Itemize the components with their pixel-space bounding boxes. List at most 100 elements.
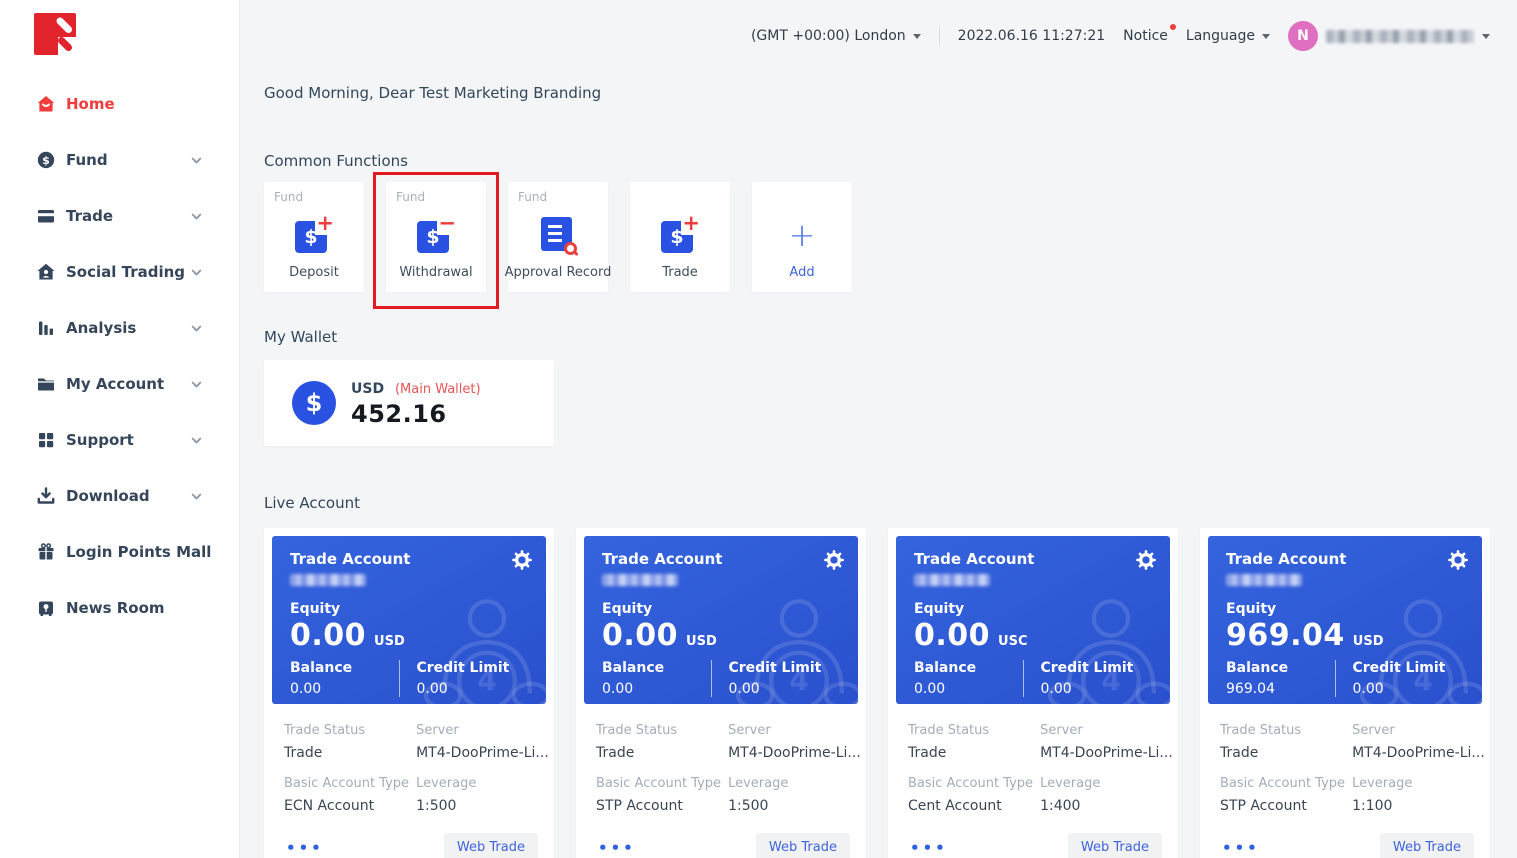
language-selector[interactable]: Language (1186, 28, 1270, 44)
sidebar-item-label: Home (66, 95, 115, 113)
balance-value: 0.00 (290, 681, 399, 697)
sidebar-item-label: Download (66, 487, 150, 505)
equity-currency: USD (686, 634, 717, 649)
greeting-text: Good Morning, Dear Test Marketing Brandi… (264, 84, 1490, 102)
credit-limit-label: Credit Limit (728, 660, 840, 676)
function-card-category: Fund (274, 190, 303, 205)
function-card-trade[interactable]: $+ Trade (630, 182, 730, 292)
live-account-row: 4 Trade Account (264, 528, 1490, 858)
server-value: MT4-DooPrime-Li... (416, 745, 538, 761)
sidebar-item-analysis[interactable]: Analysis (0, 300, 239, 356)
timezone-selector[interactable]: (GMT +00:00) London (751, 28, 921, 44)
more-actions-button[interactable]: ••• (910, 839, 948, 857)
account-number-redacted (914, 574, 990, 586)
trade-icon (36, 206, 56, 226)
sidebar-item-support[interactable]: Support (0, 412, 239, 468)
server-value: MT4-DooPrime-Li... (728, 745, 850, 761)
trade-status-label: Trade Status (284, 723, 416, 738)
topbar: (GMT +00:00) London 2022.06.16 11:27:21 … (264, 0, 1490, 72)
trade-status-value: Trade (1220, 745, 1352, 761)
equity-currency: USD (1353, 634, 1384, 649)
brand-logo[interactable] (33, 12, 239, 60)
web-trade-button[interactable]: Web Trade (1068, 833, 1162, 858)
server-label: Server (1040, 723, 1162, 738)
language-label: Language (1186, 28, 1255, 44)
sidebar-item-trade[interactable]: Trade (0, 188, 239, 244)
function-card-label: Trade (662, 265, 698, 280)
more-actions-button[interactable]: ••• (1222, 839, 1260, 857)
equity-label: Equity (1226, 601, 1464, 617)
function-card-add[interactable]: + Add (752, 182, 852, 292)
function-card-category: Fund (396, 190, 425, 205)
my-account-icon (36, 374, 56, 394)
function-card-deposit[interactable]: Fund $+ Deposit (264, 182, 364, 292)
function-card-category: Fund (518, 190, 547, 205)
live-account-card: 4 Trade Account (1200, 528, 1490, 858)
my-wallet-title: My Wallet (264, 328, 1490, 346)
leverage-value: 1:100 (1352, 798, 1474, 814)
function-card-approval-record[interactable]: Fund Approval Record (508, 182, 608, 292)
sidebar-item-fund[interactable]: $ Fund (0, 132, 239, 188)
user-menu[interactable]: N (1288, 21, 1490, 51)
account-summary-panel: 4 Trade Account (584, 536, 858, 704)
sidebar-item-my-account[interactable]: My Account (0, 356, 239, 412)
trade-status-value: Trade (908, 745, 1040, 761)
basic-account-type-label: Basic Account Type (596, 776, 728, 791)
notice-link[interactable]: Notice (1123, 28, 1168, 44)
notice-label: Notice (1123, 28, 1168, 44)
withdrawal-icon: $− (416, 214, 456, 256)
deposit-icon: $+ (294, 214, 334, 256)
common-functions-row: Fund $+ Deposit Fund $− Withdrawal Fund … (264, 182, 1490, 292)
function-card-withdrawal[interactable]: Fund $− Withdrawal (386, 182, 486, 292)
gear-icon[interactable] (1135, 549, 1157, 571)
chevron-down-icon (190, 322, 203, 335)
main-content: (GMT +00:00) London 2022.06.16 11:27:21 … (240, 0, 1517, 858)
trade-status-label: Trade Status (1220, 723, 1352, 738)
equity-label: Equity (914, 601, 1152, 617)
balance-value: 969.04 (1226, 681, 1335, 697)
equity-value: 969.04 (1226, 618, 1345, 653)
equity-currency: USC (998, 634, 1027, 649)
trade-status-label: Trade Status (908, 723, 1040, 738)
server-label: Server (728, 723, 850, 738)
sidebar-item-home[interactable]: Home (0, 76, 239, 132)
more-actions-button[interactable]: ••• (598, 839, 636, 857)
gear-icon[interactable] (823, 549, 845, 571)
sidebar-item-login-points-mall[interactable]: Login Points Mall (0, 524, 239, 580)
web-trade-button[interactable]: Web Trade (756, 833, 850, 858)
sidebar-item-label: News Room (66, 599, 165, 617)
live-account-card: 4 Trade Account (576, 528, 866, 858)
avatar: N (1288, 21, 1318, 51)
web-trade-button[interactable]: Web Trade (444, 833, 538, 858)
chevron-down-icon (190, 490, 203, 503)
credit-limit-value: 0.00 (1352, 681, 1464, 697)
gift-icon (36, 542, 56, 562)
chevron-down-icon (190, 210, 203, 223)
leverage-label: Leverage (1040, 776, 1162, 791)
basic-account-type-value: STP Account (1220, 798, 1352, 814)
sidebar-item-label: Social Trading (66, 263, 185, 281)
chevron-down-icon (190, 378, 203, 391)
gear-icon[interactable] (1447, 549, 1469, 571)
server-value: MT4-DooPrime-Li... (1352, 745, 1474, 761)
fund-icon: $ (36, 150, 56, 170)
wallet-tag: (Main Wallet) (395, 382, 481, 397)
gear-icon[interactable] (511, 549, 533, 571)
more-actions-button[interactable]: ••• (286, 839, 324, 857)
sidebar-item-news-room[interactable]: News Room (0, 580, 239, 636)
web-trade-button[interactable]: Web Trade (1380, 833, 1474, 858)
sidebar: Home $ Fund Trade Social Trading Analysi… (0, 0, 240, 858)
basic-account-type-value: ECN Account (284, 798, 416, 814)
function-card-label: Withdrawal (399, 265, 472, 280)
wallet-currency: USD (351, 381, 384, 397)
credit-limit-label: Credit Limit (1352, 660, 1464, 676)
wallet-card[interactable]: $ USD (Main Wallet) 452.16 (264, 360, 554, 446)
dollar-circle-icon: $ (292, 381, 336, 425)
chevron-down-icon (190, 154, 203, 167)
account-summary-panel: 4 Trade Account (272, 536, 546, 704)
sidebar-item-social-trading[interactable]: Social Trading (0, 244, 239, 300)
sidebar-item-download[interactable]: Download (0, 468, 239, 524)
basic-account-type-value: Cent Account (908, 798, 1040, 814)
basic-account-type-label: Basic Account Type (284, 776, 416, 791)
trade-fund-icon: $+ (660, 214, 700, 256)
